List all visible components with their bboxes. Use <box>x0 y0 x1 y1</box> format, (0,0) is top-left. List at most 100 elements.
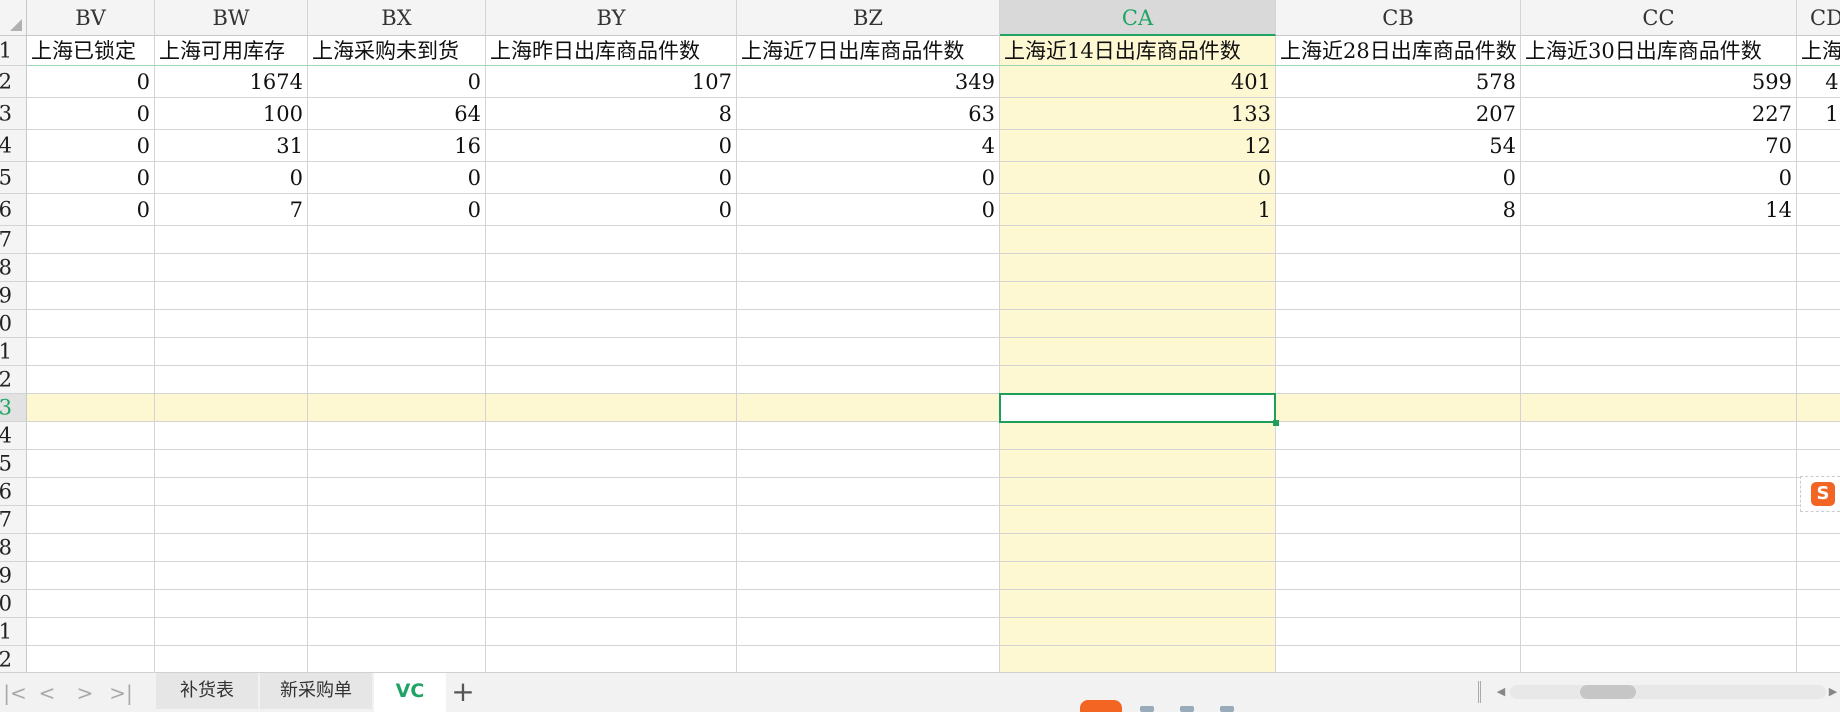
empty-cell[interactable] <box>308 478 486 506</box>
empty-cell[interactable] <box>1276 618 1521 646</box>
empty-cell[interactable] <box>1797 646 1840 672</box>
empty-cell[interactable] <box>1521 394 1797 422</box>
data-cell[interactable]: 0 <box>308 194 486 226</box>
empty-cell[interactable] <box>1521 534 1797 562</box>
data-cell[interactable]: 401 <box>1000 66 1276 98</box>
empty-cell[interactable] <box>1276 226 1521 254</box>
empty-cell[interactable] <box>737 646 1000 672</box>
empty-cell[interactable] <box>1276 366 1521 394</box>
empty-cell[interactable] <box>737 590 1000 618</box>
empty-cell[interactable] <box>308 254 486 282</box>
empty-cell[interactable] <box>155 254 308 282</box>
row-header[interactable]: 1 <box>0 618 27 646</box>
empty-cell[interactable] <box>155 618 308 646</box>
empty-cell[interactable] <box>1276 506 1521 534</box>
empty-cell[interactable] <box>1000 310 1276 338</box>
empty-cell[interactable] <box>1276 422 1521 450</box>
empty-cell[interactable] <box>308 506 486 534</box>
empty-cell[interactable] <box>155 366 308 394</box>
empty-cell[interactable] <box>1797 310 1840 338</box>
data-cell[interactable]: 0 <box>737 194 1000 226</box>
data-cell[interactable]: 599 <box>1521 66 1797 98</box>
empty-cell[interactable] <box>1000 366 1276 394</box>
row-header[interactable]: 5 <box>0 450 27 478</box>
empty-cell[interactable] <box>1797 338 1840 366</box>
header-cell[interactable]: 上海可用库存 <box>155 36 308 66</box>
sheet-tab-new-purchase[interactable]: 新采购单 <box>260 673 372 709</box>
data-cell[interactable]: 0 <box>1521 162 1797 194</box>
data-cell[interactable]: 0 <box>27 98 155 130</box>
empty-cell[interactable] <box>737 506 1000 534</box>
empty-cell[interactable] <box>155 282 308 310</box>
empty-cell[interactable] <box>155 310 308 338</box>
data-cell[interactable]: 0 <box>308 66 486 98</box>
empty-cell[interactable] <box>486 338 737 366</box>
empty-cell[interactable] <box>1797 226 1840 254</box>
header-cell[interactable]: 上海采购未到货 <box>308 36 486 66</box>
empty-cell[interactable] <box>308 534 486 562</box>
empty-cell[interactable] <box>308 618 486 646</box>
data-cell[interactable]: 0 <box>737 162 1000 194</box>
column-header-bw[interactable]: BW <box>155 0 308 36</box>
empty-cell[interactable] <box>1276 338 1521 366</box>
data-cell[interactable]: 100 <box>155 98 308 130</box>
column-header-cd[interactable]: CD <box>1797 0 1840 36</box>
empty-cell[interactable] <box>27 646 155 672</box>
empty-cell[interactable] <box>1276 310 1521 338</box>
empty-cell[interactable] <box>1521 366 1797 394</box>
row-header[interactable]: 5 <box>0 162 27 194</box>
empty-cell[interactable] <box>1521 646 1797 672</box>
empty-cell[interactable] <box>1000 282 1276 310</box>
empty-cell[interactable] <box>155 506 308 534</box>
empty-cell[interactable] <box>1000 338 1276 366</box>
empty-cell[interactable] <box>1521 338 1797 366</box>
row-header[interactable]: 1 <box>0 338 27 366</box>
data-cell[interactable]: 0 <box>486 130 737 162</box>
empty-cell[interactable] <box>486 366 737 394</box>
empty-cell[interactable] <box>27 366 155 394</box>
ime-floating-toolbar[interactable]: S <box>1800 476 1840 512</box>
empty-cell[interactable] <box>1521 282 1797 310</box>
empty-cell[interactable] <box>486 394 737 422</box>
row-header[interactable]: 3 <box>0 98 27 130</box>
empty-cell[interactable] <box>1000 506 1276 534</box>
scroll-right-icon[interactable]: ▶ <box>1826 682 1840 702</box>
empty-cell[interactable] <box>1521 422 1797 450</box>
empty-cell[interactable] <box>737 478 1000 506</box>
header-cell[interactable]: 上海近7日出库商品件数 <box>737 36 1000 66</box>
data-cell[interactable]: 12 <box>1000 130 1276 162</box>
empty-cell[interactable] <box>486 226 737 254</box>
empty-cell[interactable] <box>155 226 308 254</box>
empty-cell[interactable] <box>27 618 155 646</box>
row-header[interactable]: 0 <box>0 310 27 338</box>
empty-cell[interactable] <box>1797 590 1840 618</box>
empty-cell[interactable] <box>1276 450 1521 478</box>
empty-cell[interactable] <box>155 590 308 618</box>
row-header[interactable]: 7 <box>0 226 27 254</box>
empty-cell[interactable] <box>1000 422 1276 450</box>
empty-cell[interactable] <box>1000 590 1276 618</box>
empty-cell[interactable] <box>1000 618 1276 646</box>
header-cell[interactable]: 上海近28日出库商品件数 <box>1276 36 1521 66</box>
header-cell[interactable]: 上海近30日出库商品件数 <box>1521 36 1797 66</box>
row-header[interactable]: 2 <box>0 646 27 672</box>
empty-cell[interactable] <box>737 422 1000 450</box>
data-cell[interactable]: 7 <box>155 194 308 226</box>
data-cell[interactable]: 0 <box>1276 162 1521 194</box>
empty-cell[interactable] <box>155 450 308 478</box>
empty-cell[interactable] <box>737 226 1000 254</box>
row-header[interactable]: 1 <box>0 36 27 66</box>
header-cell[interactable]: 上海近14日出库商品件数 <box>1000 36 1276 66</box>
empty-cell[interactable] <box>1276 254 1521 282</box>
empty-cell[interactable] <box>155 338 308 366</box>
empty-cell[interactable] <box>1000 562 1276 590</box>
column-header-bx[interactable]: BX <box>308 0 486 36</box>
data-cell[interactable]: 40 <box>1797 66 1840 98</box>
empty-cell[interactable] <box>308 310 486 338</box>
empty-cell[interactable] <box>1000 254 1276 282</box>
empty-cell[interactable] <box>1000 226 1276 254</box>
data-cell[interactable] <box>1797 162 1840 194</box>
last-sheet-button[interactable]: >| <box>106 679 136 707</box>
empty-cell[interactable] <box>1797 282 1840 310</box>
empty-cell[interactable] <box>1276 562 1521 590</box>
